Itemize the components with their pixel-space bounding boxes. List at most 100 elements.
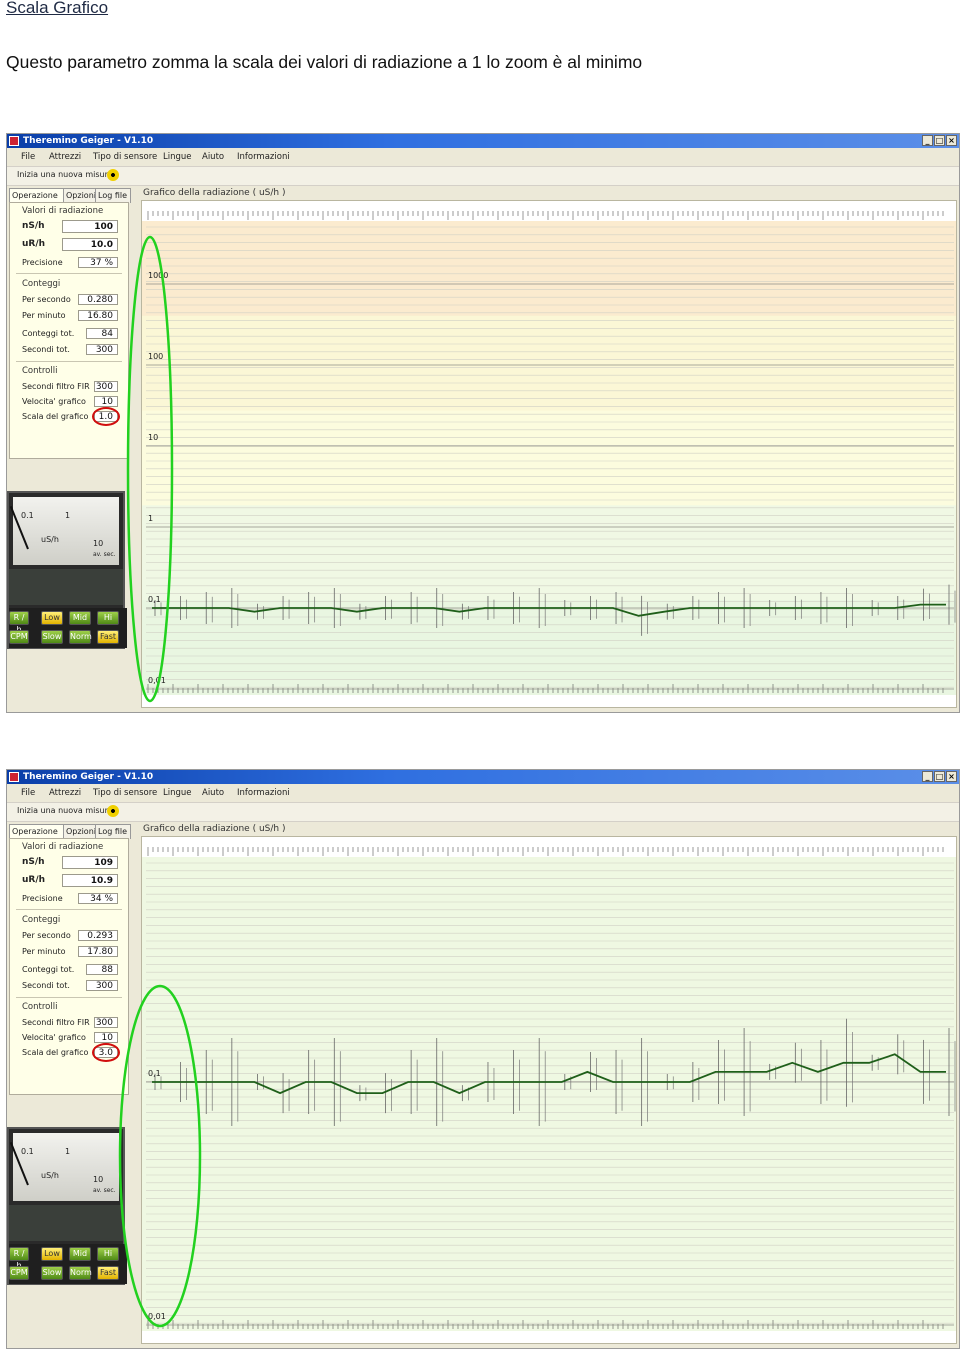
menu-lingue[interactable]: Lingue	[163, 788, 192, 798]
start-measurement-button[interactable]: Inizia una nuova misura	[17, 806, 113, 815]
mid-button[interactable]: Mid	[69, 611, 91, 625]
menu-tipo-di-sensore[interactable]: Tipo di sensore	[93, 152, 157, 162]
fir-value[interactable]: 300	[94, 1017, 118, 1028]
tab-log-file[interactable]: Log file	[95, 824, 131, 839]
graph-band	[142, 505, 956, 602]
maximize-icon[interactable]: □	[934, 771, 945, 782]
y-tick-label: 0,1	[148, 595, 161, 604]
menu-informazioni[interactable]: Informazioni	[237, 788, 290, 798]
y-tick-label: 100	[148, 352, 163, 361]
app-icon	[9, 136, 19, 146]
menu-aiuto[interactable]: Aiuto	[202, 788, 224, 798]
maximize-icon[interactable]: □	[934, 135, 945, 146]
menu-file[interactable]: File	[21, 152, 35, 162]
menu-aiuto[interactable]: Aiuto	[202, 152, 224, 162]
menu-file[interactable]: File	[21, 788, 35, 798]
toolbar: Inizia una nuova misura	[7, 166, 959, 186]
low-button[interactable]: Low	[41, 1247, 63, 1261]
conteggi-tot-label: Conteggi tot.	[22, 329, 75, 338]
cpm-button[interactable]: CPM	[9, 630, 29, 644]
precisione-label: Precisione	[22, 894, 63, 903]
y-tick-label: 0,01	[148, 1312, 166, 1321]
secondi-tot-label: Secondi tot.	[22, 345, 70, 354]
menu-attrezzi[interactable]: Attrezzi	[49, 788, 81, 798]
meter-scale-low: 0.1	[21, 1147, 34, 1156]
per-secondo-label: Per secondo	[22, 931, 71, 940]
velocita-label: Velocita' grafico	[22, 1033, 86, 1042]
graph-bottom-strip	[142, 1331, 956, 1343]
y-tick-label: 0,01	[148, 676, 166, 685]
ns-value: 100	[62, 220, 118, 233]
rh-button[interactable]: R / h	[9, 1247, 29, 1270]
close-icon[interactable]: ×	[946, 135, 957, 146]
graph-band	[142, 951, 956, 1048]
tab-opzioni[interactable]: Opzioni	[63, 824, 97, 839]
tab-log-file[interactable]: Log file	[95, 188, 131, 203]
per-minuto-value: 16.80	[78, 310, 118, 321]
graph-band	[142, 315, 956, 412]
menu-bar: File Attrezzi Tipo di sensore Lingue Aiu…	[7, 148, 959, 166]
velocita-value[interactable]: 10	[94, 396, 118, 407]
tab-operazione[interactable]: Operazione	[9, 188, 65, 203]
fast-button[interactable]: Fast	[97, 630, 119, 644]
ns-label: nS/h	[22, 857, 45, 867]
menu-attrezzi[interactable]: Attrezzi	[49, 152, 81, 162]
velocita-value[interactable]: 10	[94, 1032, 118, 1043]
graph-bottom-strip	[142, 695, 956, 707]
per-minuto-label: Per minuto	[22, 947, 66, 956]
analog-meter: 0.1 1 10 uS/h av. sec. R / h Low Mid Hi …	[7, 491, 127, 649]
mid-button[interactable]: Mid	[69, 1247, 91, 1261]
menu-lingue[interactable]: Lingue	[163, 152, 192, 162]
start-measurement-button[interactable]: Inizia una nuova misura	[17, 170, 113, 179]
fast-button[interactable]: Fast	[97, 1266, 119, 1280]
graph-top-strip	[142, 837, 956, 857]
hi-button[interactable]: Hi	[97, 1247, 119, 1261]
minimize-icon[interactable]: _	[922, 135, 933, 146]
group-valori: Valori di radiazione	[22, 842, 104, 852]
meter-scale-mid: 1	[65, 511, 71, 520]
ur-value: 10.9	[62, 874, 118, 887]
meter-housing	[9, 569, 123, 605]
minimize-icon[interactable]: _	[922, 771, 933, 782]
app-window-screenshot: Theremino Geiger - V1.10 _ □ × File Attr…	[6, 133, 960, 713]
meter-unit: uS/h	[41, 1171, 59, 1180]
ur-label: uR/h	[22, 875, 46, 885]
hi-button[interactable]: Hi	[97, 611, 119, 625]
scala-label: Scala del grafico	[22, 1048, 89, 1057]
y-tick-label: 1000	[148, 271, 168, 280]
group-controlli: Controlli	[22, 366, 58, 376]
analog-meter: 0.1 1 10 uS/h av. sec. R / h Low Mid Hi …	[7, 1127, 127, 1285]
app-window-screenshot: Theremino Geiger - V1.10 _ □ × File Attr…	[6, 769, 960, 1349]
secondi-tot-value: 300	[86, 344, 118, 355]
radiation-icon[interactable]	[107, 805, 119, 817]
tab-opzioni[interactable]: Opzioni	[63, 188, 97, 203]
slow-button[interactable]: Slow	[41, 1266, 63, 1280]
radiation-icon[interactable]	[107, 169, 119, 181]
operation-panel: Valori di radiazione nS/h 100 uR/h 10.0 …	[9, 202, 129, 459]
tab-operazione[interactable]: Operazione	[9, 824, 65, 839]
rh-button[interactable]: R / h	[9, 611, 29, 634]
title-bar: Theremino Geiger - V1.10 _ □ ×	[7, 134, 959, 148]
per-secondo-value: 0.293	[78, 930, 118, 941]
low-button[interactable]: Low	[41, 611, 63, 625]
precisione-value: 37 %	[78, 257, 118, 268]
fir-value[interactable]: 300	[94, 381, 118, 392]
ns-value: 109	[62, 856, 118, 869]
conteggi-tot-value: 88	[86, 964, 118, 975]
per-secondo-value: 0.280	[78, 294, 118, 305]
doc-description: Questo parametro zomma la scala dei valo…	[6, 52, 643, 72]
norm-button[interactable]: Norm	[69, 630, 92, 644]
per-secondo-label: Per secondo	[22, 295, 71, 304]
close-icon[interactable]: ×	[946, 771, 957, 782]
slow-button[interactable]: Slow	[41, 630, 63, 644]
cpm-button[interactable]: CPM	[9, 1266, 29, 1280]
app-icon	[9, 772, 19, 782]
menu-informazioni[interactable]: Informazioni	[237, 152, 290, 162]
y-tick-label: 0,1	[148, 1069, 161, 1078]
meter-housing	[9, 1205, 123, 1241]
menu-tipo-di-sensore[interactable]: Tipo di sensore	[93, 788, 157, 798]
norm-button[interactable]: Norm	[69, 1266, 92, 1280]
meter-face: 0.1 1 10 uS/h av. sec.	[9, 497, 119, 565]
fir-label: Secondi filtro FIR	[22, 382, 90, 391]
operation-panel: Valori di radiazione nS/h 109 uR/h 10.9 …	[9, 838, 129, 1095]
